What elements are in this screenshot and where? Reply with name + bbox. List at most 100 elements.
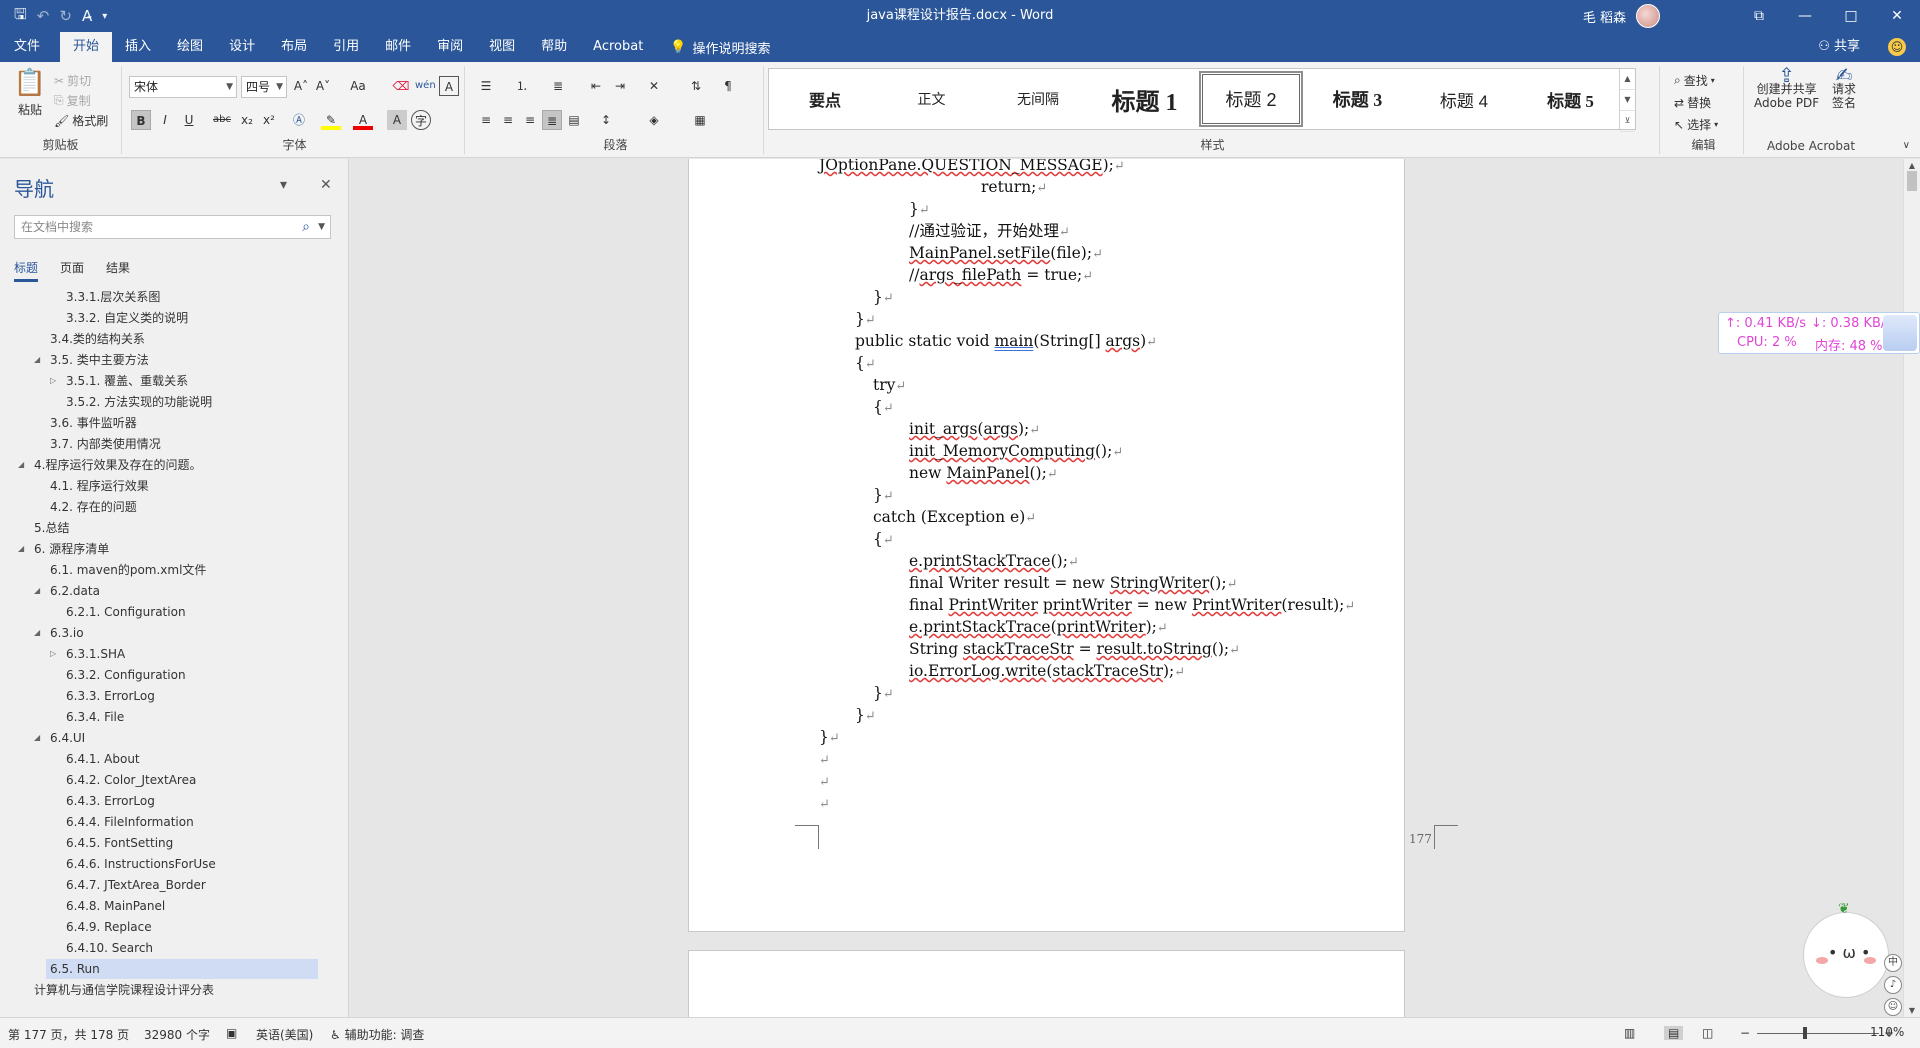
shading-icon[interactable]: ◈ — [644, 110, 664, 130]
format-painter-button[interactable]: 🖌 格式刷 — [54, 112, 108, 129]
bold-button[interactable]: B — [131, 110, 151, 130]
font-name-box[interactable]: 宋体 ▼ — [129, 76, 237, 98]
tab-11[interactable]: Acrobat — [580, 32, 656, 62]
nav-heading-item[interactable]: 4.2. 存在的问题 — [0, 497, 349, 517]
align-left-icon[interactable]: ≡ — [476, 110, 496, 130]
nav-heading-item[interactable]: 3.5.2. 方法实现的功能说明 — [0, 392, 349, 412]
mascot-assistant[interactable]: ❦ • ω • — [1803, 901, 1889, 998]
nav-tab-results[interactable]: 结果 — [106, 259, 130, 282]
nav-heading-item[interactable]: ◢ 4.程序运行效果及存在的问题。 — [0, 455, 349, 475]
style-item[interactable]: 标题 2 — [1199, 71, 1303, 127]
collapse-icon[interactable]: ◢ — [34, 581, 40, 601]
word-count[interactable]: 32980 个字 — [144, 1026, 210, 1043]
nav-heading-item[interactable]: 6.3.4. File — [0, 707, 349, 727]
borders-icon[interactable]: ▦ — [690, 110, 710, 130]
nav-heading-item[interactable]: 3.3.1.层次关系图 — [0, 287, 349, 307]
nav-search-input[interactable]: 在文档中搜索 ⌕ ▼ — [14, 215, 331, 239]
collapse-icon[interactable]: ◢ — [18, 539, 24, 559]
nav-heading-item[interactable]: ◢ 6.4.UI — [0, 728, 349, 748]
collapse-icon[interactable]: ◢ — [18, 455, 24, 475]
nav-heading-item[interactable]: ◢ 6.2.data — [0, 581, 349, 601]
nav-heading-item[interactable]: 6.4.4. FileInformation — [0, 812, 349, 832]
customize-qat-icon[interactable]: ▾ — [102, 11, 107, 22]
close-button[interactable]: ✕ — [1874, 0, 1920, 32]
zoom-out-button[interactable]: − — [1740, 1026, 1750, 1040]
scroll-thumb[interactable] — [1907, 171, 1917, 191]
accessibility-status[interactable]: ♿ 辅助功能: 调查 — [330, 1026, 424, 1043]
web-layout-icon[interactable]: ◫ — [1702, 1026, 1713, 1040]
nav-heading-item[interactable]: 4.1. 程序运行效果 — [0, 476, 349, 496]
nav-tab-pages[interactable]: 页面 — [60, 259, 84, 282]
find-button[interactable]: ⌕ 查找 ▾ — [1674, 72, 1715, 89]
tab-5[interactable]: 布局 — [268, 32, 320, 62]
zoom-level[interactable]: 110% — [1870, 1025, 1904, 1039]
ribbon-display-icon[interactable]: ⧉ — [1736, 0, 1782, 32]
avatar[interactable] — [1636, 4, 1660, 28]
chevron-down-icon[interactable]: ▼ — [318, 216, 325, 238]
style-item[interactable]: 标题 5 — [1519, 71, 1623, 127]
sort-icon[interactable]: ⇅ — [686, 76, 706, 96]
nav-heading-item[interactable]: ▷ 6.3.1.SHA — [0, 644, 349, 664]
superscript-button[interactable]: x² — [259, 110, 279, 130]
tab-0[interactable]: 文件 — [0, 32, 60, 62]
tab-8[interactable]: 审阅 — [424, 32, 476, 62]
maximize-button[interactable]: □ — [1828, 0, 1874, 32]
next-page[interactable] — [688, 950, 1405, 1017]
style-item[interactable]: 要点 — [773, 71, 877, 127]
style-item[interactable]: 标题 3 — [1306, 71, 1410, 127]
ime-voice-button[interactable]: ♪ — [1884, 976, 1902, 994]
paste-button[interactable]: 📋 粘贴 — [12, 68, 48, 118]
scroll-up-icon[interactable]: ▲ — [1904, 161, 1920, 170]
nav-heading-item[interactable]: ◢ 6.3.io — [0, 623, 349, 643]
collapse-ribbon-icon[interactable]: ∨ — [1903, 140, 1910, 151]
nav-tab-headings[interactable]: 标题 — [14, 259, 39, 282]
nav-heading-item[interactable]: ◢ 3.5. 类中主要方法 — [0, 350, 349, 370]
font-color-icon[interactable]: A — [353, 110, 373, 130]
zoom-slider-thumb[interactable] — [1803, 1027, 1807, 1039]
nav-heading-item[interactable]: 6.4.7. JTextArea_Border — [0, 875, 349, 895]
show-marks-icon[interactable]: ¶ — [718, 76, 738, 96]
copy-button[interactable]: ⎘ 复制 — [54, 92, 91, 109]
ime-emoji-button[interactable]: ☺ — [1884, 998, 1902, 1016]
text-effects-icon[interactable]: Ⓐ — [289, 110, 309, 130]
nav-heading-item[interactable]: 6.4.5. FontSetting — [0, 833, 349, 853]
clear-format-icon[interactable]: ⌫ — [391, 76, 411, 96]
tab-2[interactable]: 插入 — [112, 32, 164, 62]
nav-heading-item[interactable]: 计算机与通信学院课程设计评分表 — [0, 980, 349, 1000]
nav-heading-item[interactable]: 6.4.9. Replace — [0, 917, 349, 937]
share-button[interactable]: ⚇ 共享 — [1818, 32, 1860, 62]
nav-heading-item[interactable]: 3.7. 内部类使用情况 — [0, 434, 349, 454]
grow-font-button[interactable]: A˄ — [291, 76, 311, 96]
enclose-char-icon[interactable]: 字 — [411, 110, 431, 130]
font-size-box[interactable]: 四号 ▼ — [241, 76, 287, 98]
feedback-smiley-icon[interactable]: ☺ — [1888, 38, 1906, 56]
nav-heading-item[interactable]: ▷ 3.5.1. 覆盖、重载关系 — [0, 371, 349, 391]
underline-button[interactable]: U — [179, 110, 199, 130]
network-monitor-widget[interactable]: ↑: 0.41 KB/s ↓: 0.38 KB/s CPU: 2 % 内存: 4… — [1718, 312, 1920, 354]
tab-10[interactable]: 帮助 — [528, 32, 580, 62]
nav-heading-item[interactable]: 6.4.2. Color_JtextArea — [0, 770, 349, 790]
align-right-icon[interactable]: ≡ — [520, 110, 540, 130]
shrink-font-button[interactable]: A˅ — [313, 76, 333, 96]
request-signature-button[interactable]: ✍ 请求 签名 — [1832, 65, 1856, 110]
increase-indent-icon[interactable]: ⇥ — [610, 76, 630, 96]
tell-me-search[interactable]: 💡 操作说明搜索 — [656, 32, 770, 62]
tab-6[interactable]: 引用 — [320, 32, 372, 62]
nav-heading-item[interactable]: 6.4.3. ErrorLog — [0, 791, 349, 811]
nav-close-icon[interactable]: ✕ — [320, 177, 332, 193]
tab-3[interactable]: 绘图 — [164, 32, 216, 62]
search-icon[interactable]: ⌕ — [302, 216, 310, 238]
undo-icon[interactable]: ↶ — [37, 7, 50, 25]
tab-9[interactable]: 视图 — [476, 32, 528, 62]
line-spacing-icon[interactable]: ↕ — [596, 110, 616, 130]
nav-heading-item[interactable]: 6.4.6. InstructionsForUse — [0, 854, 349, 874]
char-shading-icon[interactable]: A — [387, 110, 407, 130]
cut-button[interactable]: ✂ 剪切 — [54, 72, 91, 89]
format-icon[interactable]: A̵ — [82, 7, 92, 25]
style-item[interactable]: 无间隔 — [986, 71, 1090, 127]
style-item[interactable]: 标题 4 — [1412, 71, 1516, 127]
collapse-icon[interactable]: ◢ — [34, 350, 40, 370]
select-button[interactable]: ↖ 选择 ▾ — [1674, 116, 1718, 133]
nav-heading-item[interactable]: 6.4.8. MainPanel — [0, 896, 349, 916]
style-item[interactable]: 正文 — [880, 71, 984, 127]
